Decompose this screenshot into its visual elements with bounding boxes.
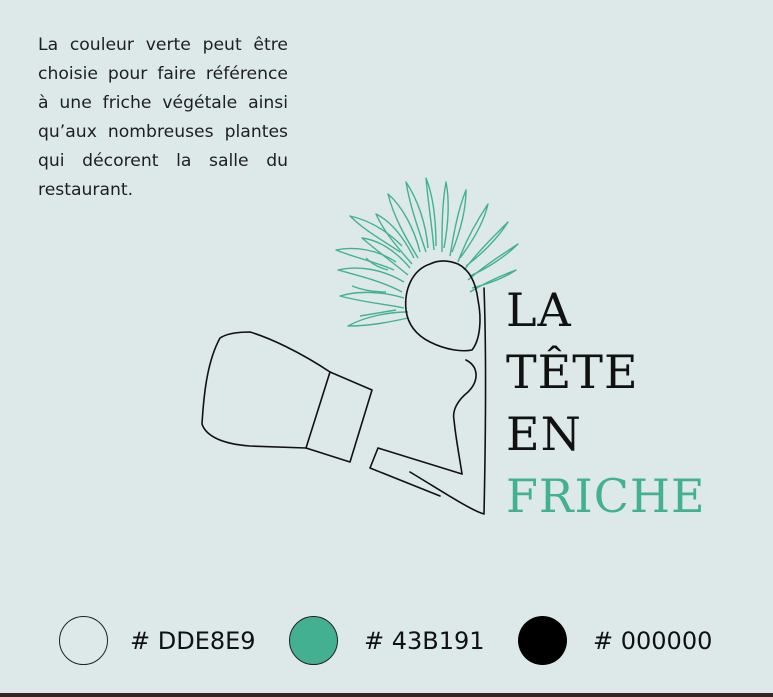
swatch-black-label: # 000000 xyxy=(593,627,713,655)
logo-line-en: EN xyxy=(506,407,582,461)
logo-wordmark: LA TÊTE EN FRICHE xyxy=(506,279,706,527)
swatch-light-label: # DDE8E9 xyxy=(130,627,256,655)
bottom-divider xyxy=(0,693,773,697)
leaf-hair-icon xyxy=(335,177,519,327)
logo-line-tete: TÊTE xyxy=(506,345,639,399)
swatch-green-icon xyxy=(289,616,338,665)
swatch-light-icon xyxy=(59,616,108,665)
swatch-green-label: # 43B191 xyxy=(364,627,485,655)
logo-line-la: LA xyxy=(506,283,572,337)
swatch-black-icon xyxy=(518,616,567,665)
logo-line-friche: FRICHE xyxy=(506,469,706,523)
color-palette: # DDE8E9 # 43B191 # 000000 xyxy=(0,612,773,672)
figure-lines-icon xyxy=(201,260,487,515)
